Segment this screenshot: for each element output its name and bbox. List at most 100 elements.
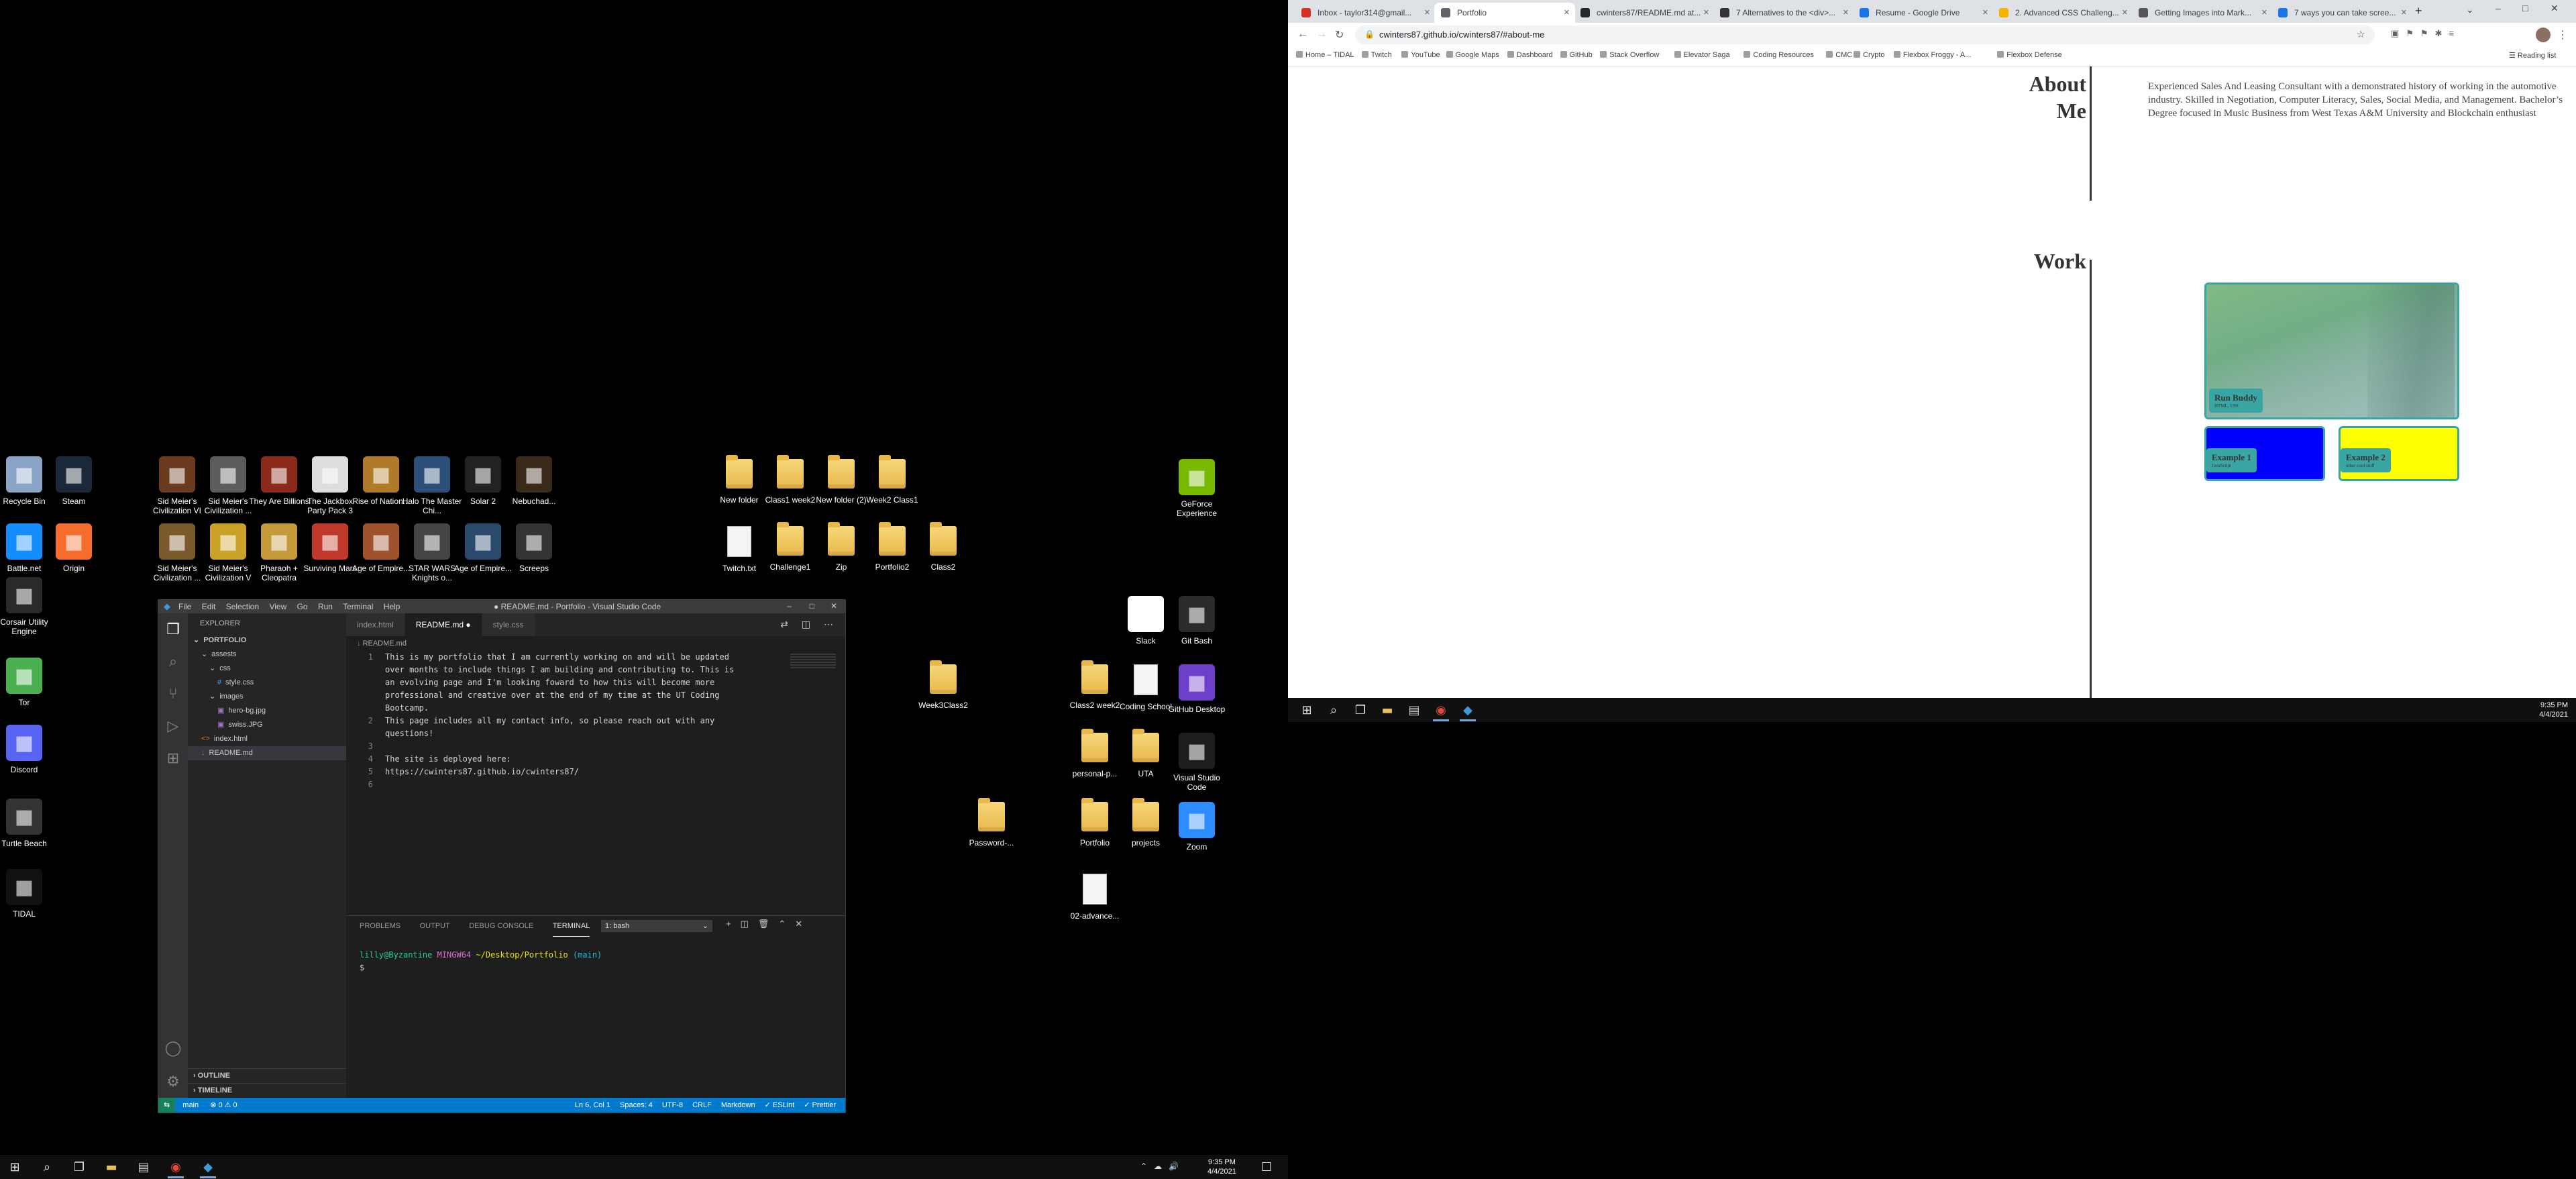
- extensions-icon[interactable]: ⊞: [158, 742, 188, 774]
- search-icon[interactable]: ⌕: [35, 1158, 59, 1176]
- close-icon[interactable]: ✕: [830, 601, 837, 611]
- status-item[interactable]: ✓ Prettier: [804, 1101, 836, 1109]
- tree-item[interactable]: ⌄ css: [188, 662, 346, 676]
- desktop-icon[interactable]: ■ Tor: [0, 658, 56, 707]
- clock[interactable]: 9:35 PM 4/4/2021: [1208, 1158, 1236, 1176]
- desktop-icon[interactable]: ■ Screeps: [502, 523, 566, 573]
- search-icon[interactable]: ⌕: [158, 646, 188, 678]
- task-view-icon[interactable]: ❐: [67, 1158, 91, 1176]
- bookmark-item[interactable]: Dashboard: [1507, 51, 1553, 59]
- tab-output[interactable]: OUTPUT: [420, 916, 450, 936]
- status-item[interactable]: UTF-8: [662, 1101, 683, 1109]
- desktop-icon[interactable]: ■ Steam: [42, 456, 106, 506]
- browser-tab[interactable]: Inbox - taylor314@gmail... ✕: [1295, 3, 1436, 23]
- tree-item[interactable]: ▣ swiss.JPG: [188, 718, 346, 732]
- minimize-icon[interactable]: –: [787, 601, 792, 611]
- store-icon[interactable]: ▤: [1402, 701, 1426, 719]
- task-view-icon[interactable]: ❐: [1348, 701, 1373, 719]
- menu-run[interactable]: Run: [318, 602, 333, 611]
- project-card-run-buddy[interactable]: Run Buddy HTML, CSS: [2204, 283, 2459, 419]
- bookmark-item[interactable]: Coding Resources: [1743, 51, 1814, 59]
- desktop-icon[interactable]: ■ Nebuchad...: [502, 456, 566, 506]
- bookmark-item[interactable]: Elevator Saga: [1674, 51, 1730, 59]
- panel-actions[interactable]: +◫🗑⌃✕: [726, 919, 812, 929]
- desktop-icon[interactable]: ■ GeForce Experience: [1165, 459, 1229, 518]
- clock-right[interactable]: 9:35 PM 4/4/2021: [2539, 701, 2568, 719]
- desktop-icon[interactable]: ■ Visual Studio Code: [1165, 733, 1229, 792]
- close-tab-icon[interactable]: ✕: [1843, 3, 1849, 23]
- project-card-example-1[interactable]: Example 1 JavaScript: [2204, 426, 2325, 481]
- close-icon[interactable]: ✕: [2551, 3, 2559, 14]
- tree-item[interactable]: ▣ hero-bg.jpg: [188, 704, 346, 718]
- menu-terminal[interactable]: Terminal: [343, 602, 373, 611]
- bookmark-item[interactable]: Flexbox Defense: [1997, 51, 2062, 59]
- tree-item[interactable]: ⌄ PORTFOLIO: [188, 633, 346, 648]
- editor-actions[interactable]: ⇄ ◫ ⋯: [780, 619, 839, 630]
- store-icon[interactable]: ▤: [131, 1158, 156, 1176]
- start-icon[interactable]: ⊞: [1295, 701, 1319, 719]
- desktop-icon[interactable]: Class2: [911, 522, 975, 572]
- menu-help[interactable]: Help: [384, 602, 400, 611]
- tree-item[interactable]: ⌄ images: [188, 690, 346, 704]
- close-tab-icon[interactable]: ✕: [1703, 3, 1709, 23]
- tab-search-icon[interactable]: ⌄: [2466, 4, 2474, 15]
- maximize-icon[interactable]: □: [2522, 3, 2528, 13]
- reading-list[interactable]: ☰ Reading list: [2509, 51, 2556, 60]
- branch-indicator[interactable]: main: [182, 1101, 199, 1109]
- menu-selection[interactable]: Selection: [226, 602, 259, 611]
- close-tab-icon[interactable]: ✕: [2261, 3, 2267, 23]
- menu-go[interactable]: Go: [297, 602, 308, 611]
- bookmark-item[interactable]: Flexbox Froggy - A...: [1893, 51, 1971, 59]
- browser-tab[interactable]: Resume - Google Drive ✕: [1853, 3, 1994, 23]
- breadcrumb-file[interactable]: README.md: [363, 639, 407, 648]
- desktop-icon[interactable]: 02-advance...: [1063, 874, 1127, 921]
- close-tab-icon[interactable]: ✕: [1424, 3, 1430, 23]
- browser-tab[interactable]: 7 Alternatives to the <div>... ✕: [1713, 3, 1854, 23]
- file-explorer-icon[interactable]: ▬: [99, 1158, 123, 1176]
- problems-indicator[interactable]: ⊗ 0 ⚠ 0: [210, 1101, 237, 1109]
- browser-tab[interactable]: 7 ways you can take scree... ✕: [2271, 3, 2412, 23]
- tab-debug-console[interactable]: DEBUG CONSOLE: [469, 916, 533, 936]
- kebab-menu-icon[interactable]: ⋮: [2557, 28, 2568, 42]
- lock-icon[interactable]: 🔒: [1364, 30, 1375, 39]
- close-tab-icon[interactable]: ✕: [2122, 3, 2128, 23]
- desktop-icon[interactable]: ■ Discord: [0, 725, 56, 774]
- close-tab-icon[interactable]: ✕: [1564, 3, 1570, 23]
- notifications-icon[interactable]: ☐: [1254, 1158, 1279, 1176]
- close-tab-icon[interactable]: ✕: [2401, 3, 2407, 23]
- outline-section[interactable]: › OUTLINE: [188, 1068, 346, 1083]
- bookmark-item[interactable]: Home – TIDAL: [1296, 51, 1354, 59]
- bookmark-item[interactable]: Stack Overflow: [1600, 51, 1659, 59]
- browser-tab[interactable]: Getting Images into Mark... ✕: [2132, 3, 2273, 23]
- source-control-icon[interactable]: ⑂: [158, 678, 188, 710]
- menu-view[interactable]: View: [269, 602, 286, 611]
- desktop-icon[interactable]: Week3Class2: [911, 660, 975, 710]
- minimize-icon[interactable]: –: [2496, 3, 2501, 13]
- desktop-icon[interactable]: ■ GitHub Desktop: [1165, 664, 1229, 714]
- browser-tab[interactable]: 2. Advanced CSS Challeng... ✕: [1992, 3, 2133, 23]
- timeline-section[interactable]: › TIMELINE: [188, 1083, 346, 1098]
- tree-item[interactable]: ⌄ assests: [188, 648, 346, 662]
- tree-item[interactable]: ↓ README.md: [188, 746, 346, 760]
- run-debug-icon[interactable]: ▷: [158, 710, 188, 742]
- editor-tab[interactable]: index.html: [346, 613, 405, 636]
- extension-icons[interactable]: ▣⚑⚑✱≡: [2391, 28, 2461, 39]
- bookmark-item[interactable]: Twitch: [1361, 51, 1392, 59]
- new-tab-icon[interactable]: +: [2415, 4, 2422, 18]
- project-card-example-2[interactable]: Example 2 other cool stuff: [2339, 426, 2459, 481]
- code-editor[interactable]: 1 This is my portfolio that I am currentl…: [346, 651, 845, 791]
- browser-tab[interactable]: Portfolio ✕: [1434, 3, 1575, 23]
- bookmark-item[interactable]: Crypto: [1854, 51, 1885, 59]
- bookmark-item[interactable]: Google Maps: [1446, 51, 1499, 59]
- tab-terminal[interactable]: TERMINAL: [552, 916, 590, 937]
- maximize-icon[interactable]: □: [810, 601, 814, 611]
- desktop-icon[interactable]: ■ Zoom: [1165, 802, 1229, 852]
- desktop-icon[interactable]: ■ TIDAL: [0, 869, 56, 919]
- gear-icon[interactable]: ⚙: [158, 1066, 188, 1098]
- address-bar[interactable]: 🔒 cwinters87.github.io/cwinters87/#about…: [1355, 25, 2375, 44]
- status-item[interactable]: Spaces: 4: [620, 1101, 653, 1109]
- status-item[interactable]: Markdown: [721, 1101, 755, 1109]
- tree-item[interactable]: <> index.html: [188, 732, 346, 746]
- minimap[interactable]: [790, 654, 836, 670]
- desktop-icon[interactable]: ■ Git Bash: [1165, 596, 1229, 646]
